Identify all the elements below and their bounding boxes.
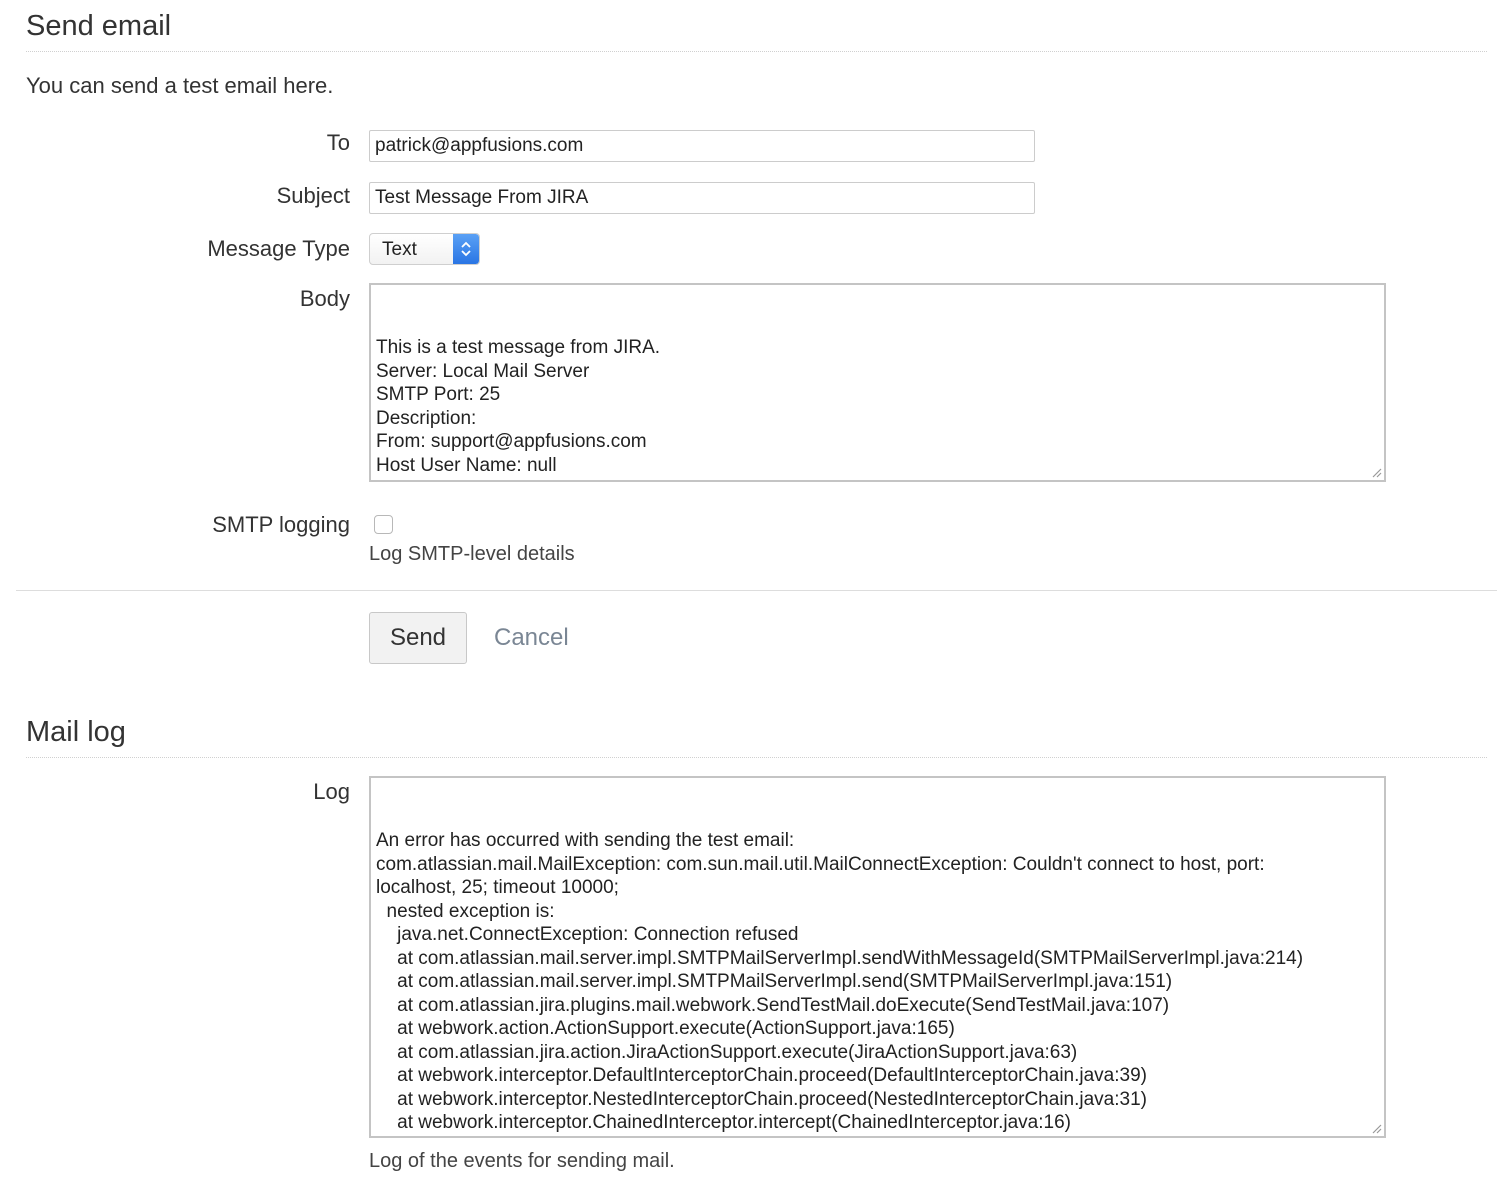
log-hint: Log of the events for sending mail. bbox=[369, 1150, 675, 1172]
log-text: An error has occurred with sending the t… bbox=[376, 830, 1304, 1136]
smtp-logging-checkbox[interactable] bbox=[374, 515, 393, 534]
subject-input[interactable]: Test Message From JIRA bbox=[369, 182, 1035, 214]
message-type-label: Message Type bbox=[207, 236, 350, 261]
send-email-heading: Send email bbox=[26, 10, 172, 42]
intro-text: You can send a test email here. bbox=[26, 73, 334, 98]
select-updown-icon bbox=[453, 234, 479, 264]
cancel-link[interactable]: Cancel bbox=[494, 624, 569, 652]
log-label: Log bbox=[313, 779, 350, 804]
buttons-divider bbox=[16, 590, 1497, 591]
to-label: To bbox=[326, 130, 350, 155]
send-test-email-page: Send email You can send a test email her… bbox=[0, 0, 1507, 1186]
send-email-divider bbox=[26, 51, 1487, 52]
mail-log-divider bbox=[26, 757, 1487, 758]
body-label: Body bbox=[299, 286, 350, 311]
body-text: This is a test message from JIRA. Server… bbox=[376, 337, 661, 476]
send-button[interactable]: Send bbox=[369, 612, 467, 664]
smtp-logging-hint: Log SMTP-level details bbox=[369, 543, 575, 565]
mail-log-heading: Mail log bbox=[26, 716, 126, 748]
log-textarea[interactable]: An error has occurred with sending the t… bbox=[369, 776, 1386, 1138]
message-type-select[interactable]: Text bbox=[369, 233, 480, 265]
subject-label: Subject bbox=[276, 183, 350, 208]
resize-grip-icon[interactable] bbox=[1370, 1122, 1382, 1134]
resize-grip-icon[interactable] bbox=[1370, 466, 1382, 478]
smtp-logging-label: SMTP logging bbox=[212, 512, 350, 537]
to-input[interactable]: patrick@appfusions.com bbox=[369, 130, 1035, 162]
message-type-selected: Text bbox=[382, 239, 417, 260]
body-textarea[interactable]: This is a test message from JIRA. Server… bbox=[369, 283, 1386, 482]
